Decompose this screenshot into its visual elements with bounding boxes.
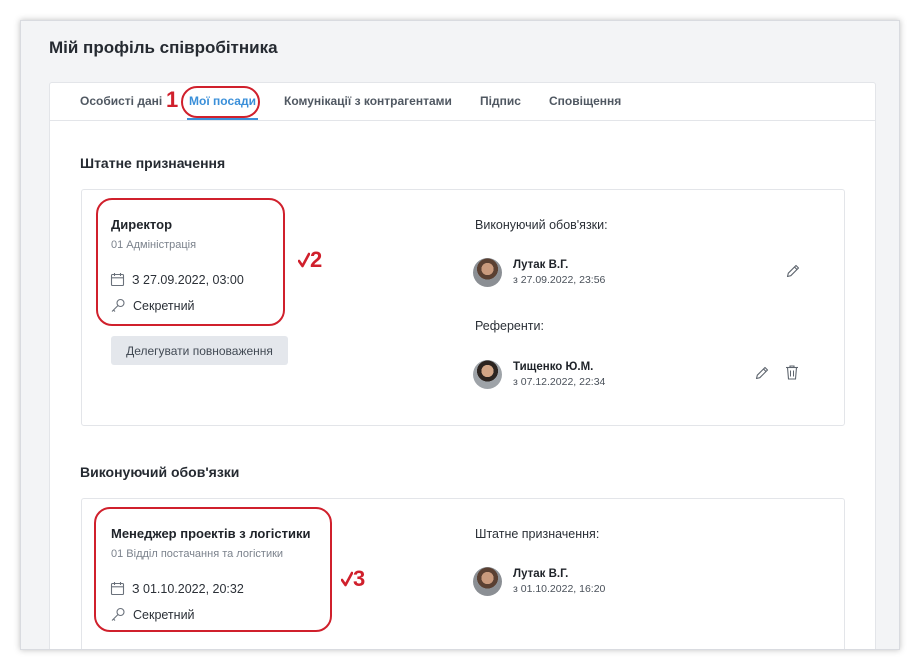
avatar <box>473 360 502 389</box>
tab-personal-data[interactable]: Особисті дані <box>80 94 162 108</box>
person-name: Лутак В.Г. <box>513 568 569 580</box>
tab-notifications[interactable]: Сповіщення <box>549 94 621 108</box>
referents-label: Референти: <box>475 319 544 333</box>
active-tab-indicator <box>187 118 258 120</box>
annotation-highlight-2 <box>96 198 285 326</box>
person-name: Тищенко Ю.М. <box>513 361 594 373</box>
avatar <box>473 258 502 287</box>
delegate-authority-button[interactable]: Делегувати повноваження <box>111 336 288 365</box>
annotation-marker-3: 3 <box>341 566 365 592</box>
checkmark-icon <box>341 571 353 587</box>
staff-assignment-person[interactable]: Лутак В.Г. з 01.10.2022, 16:20 <box>473 567 605 596</box>
trash-icon[interactable] <box>784 364 800 381</box>
annotation-marker-2: 2 <box>298 247 322 273</box>
section-title-acting-duties: Виконуючий обов'язки <box>80 464 240 480</box>
annotation-highlight-3 <box>94 507 332 632</box>
referent-person[interactable]: Тищенко Ю.М. з 07.12.2022, 22:34 <box>473 360 605 389</box>
pencil-icon[interactable] <box>785 263 801 279</box>
person-since: з 07.12.2022, 22:34 <box>513 376 606 388</box>
pencil-icon[interactable] <box>754 365 770 381</box>
annotation-highlight-1 <box>181 86 260 118</box>
acting-label: Виконуючий обов'язки: <box>475 218 608 232</box>
annotation-label-3: 3 <box>353 566 366 591</box>
page-title: Мій профіль співробітника <box>49 38 278 57</box>
avatar <box>473 567 502 596</box>
tab-counterparty-communications[interactable]: Комунікації з контрагентами <box>284 94 452 108</box>
acting-person[interactable]: Лутак В.Г. з 27.09.2022, 23:56 <box>473 258 605 287</box>
section-title-staff: Штатне призначення <box>80 155 226 171</box>
staff-assignment-label: Штатне призначення: <box>475 527 600 541</box>
tab-signature[interactable]: Підпис <box>480 94 521 108</box>
person-since: з 27.09.2022, 23:56 <box>513 274 606 286</box>
person-since: з 01.10.2022, 16:20 <box>513 583 606 595</box>
checkmark-icon <box>298 252 310 268</box>
annotation-label-2: 2 <box>310 247 323 272</box>
annotation-label-1: 1 <box>166 87 179 112</box>
person-name: Лутак В.Г. <box>513 259 569 271</box>
